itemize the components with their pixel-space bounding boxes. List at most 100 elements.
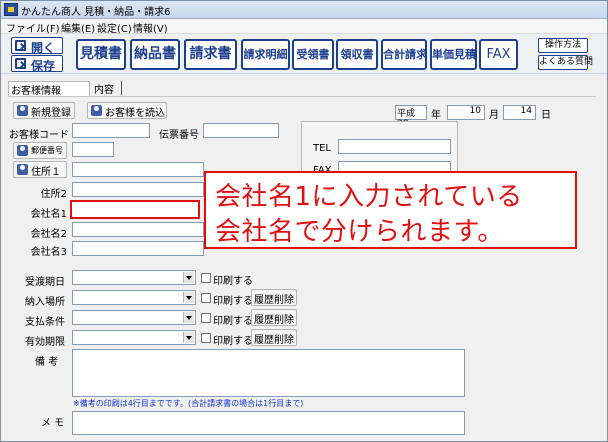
estimate-button[interactable]: 見積書 [76, 39, 126, 70]
company3-input[interactable] [72, 241, 204, 256]
memo-label: メ モ [41, 418, 65, 429]
tab-contents[interactable]: 内容 [92, 81, 120, 96]
new-customer-button[interactable]: 新規登録 [13, 102, 75, 119]
postal-icon [17, 145, 28, 156]
tab-customer-info[interactable]: お客様情報 [8, 81, 90, 97]
slip-number-input[interactable] [203, 123, 279, 138]
payment-terms-print-label: 印刷する [213, 316, 253, 327]
address1-button[interactable]: 住所１ [13, 161, 67, 178]
open-label: 開く [31, 41, 56, 55]
load-customer-label: お客様を読込 [105, 108, 165, 119]
customer-code-label: お客様コード [9, 130, 69, 141]
delivery-place-history-delete-button[interactable]: 履歴削除 [251, 289, 297, 306]
save-icon [15, 58, 26, 69]
remarks-note: ※備考の印刷は4行目までです。(合計請求書の場合は1行目まで) [73, 399, 304, 408]
valid-until-select[interactable] [72, 330, 196, 345]
delivery-date-print-checkbox[interactable] [201, 273, 211, 283]
save-button[interactable]: 保存 [11, 55, 63, 73]
save-label: 保存 [31, 59, 56, 73]
app-window: かんたん商人 見積・納品・請求6 ファイル(F) 編集(E) 設定(C) 情報(… [0, 0, 608, 442]
day-field[interactable]: 14 [503, 105, 536, 120]
new-customer-label: 新規登録 [31, 108, 71, 119]
month-label: 月 [489, 110, 499, 121]
valid-until-print-checkbox[interactable] [201, 333, 211, 343]
history-delete-label: 履歴削除 [254, 335, 294, 346]
valid-until-label: 有効期限 [25, 337, 65, 348]
chevron-down-icon[interactable] [183, 332, 194, 343]
payment-terms-label: 支払条件 [25, 317, 65, 328]
load-customer-button[interactable]: お客様を読込 [87, 102, 167, 119]
delivery-date-label: 受渡期日 [25, 277, 65, 288]
company2-input[interactable] [72, 222, 204, 237]
postal-code-input[interactable] [72, 142, 114, 157]
person-icon [17, 105, 28, 116]
tel-input[interactable] [338, 139, 451, 154]
annotation-callout: 会社名1に入力されている 会社名で分けられます。 [204, 171, 577, 249]
unit-price-estimate-button[interactable]: 単価見積 [430, 39, 477, 70]
postal-code-button[interactable]: 郵便番号 [13, 142, 67, 159]
total-invoice-button[interactable]: 合計請求 [381, 39, 427, 70]
slip-number-label: 伝票番号 [159, 130, 199, 141]
company2-label: 会社名2 [30, 229, 67, 240]
history-delete-label: 履歴削除 [254, 315, 294, 326]
valid-until-history-delete-button[interactable]: 履歴削除 [251, 329, 297, 346]
tab-divider [121, 81, 122, 95]
fax-button[interactable]: FAX [479, 39, 518, 70]
delivery-place-select[interactable] [72, 290, 196, 305]
month-value: 10 [469, 106, 481, 116]
address2-input[interactable] [72, 182, 204, 197]
delivery-place-label: 納入場所 [25, 297, 65, 308]
callout-line-2: 会社名で分けられます。 [215, 217, 504, 247]
memo-textarea[interactable] [72, 411, 465, 435]
title-bar: かんたん商人 見積・納品・請求6 [1, 1, 607, 19]
manual-button[interactable]: 操作方法 [538, 38, 588, 53]
postal-code-label: 郵便番号 [31, 146, 63, 155]
faq-button[interactable]: よくある質問 [538, 55, 593, 70]
history-delete-label: 履歴削除 [254, 295, 294, 306]
chevron-down-icon[interactable] [183, 312, 194, 323]
remarks-label: 備 考 [35, 357, 59, 368]
callout-line-1: 会社名1に入力されている [215, 182, 523, 212]
remarks-textarea[interactable] [72, 349, 465, 397]
menu-settings[interactable]: 設定(C) [97, 20, 132, 35]
delivery-note-button[interactable]: 納品書 [130, 39, 180, 70]
day-value: 14 [520, 106, 532, 116]
window-title: かんたん商人 見積・納品・請求6 [21, 7, 171, 18]
delivery-date-select[interactable] [72, 270, 196, 285]
day-label: 日 [541, 110, 551, 121]
open-button[interactable]: 開く [11, 37, 63, 55]
receipt-button[interactable]: 領収書 [336, 39, 378, 70]
payment-terms-history-delete-button[interactable]: 履歴削除 [251, 309, 297, 326]
company1-input[interactable] [70, 200, 200, 219]
chevron-down-icon[interactable] [183, 272, 194, 283]
open-icon [15, 40, 26, 51]
chevron-down-icon[interactable] [183, 292, 194, 303]
address2-label: 住所2 [40, 189, 67, 200]
toolbar: 開く 保存 見積書 納品書 請求書 請求明細 受領書 領収書 合計請求 単価見積… [1, 34, 607, 74]
delivery-place-print-label: 印刷する [213, 296, 253, 307]
tel-label: TEL [313, 143, 331, 154]
app-logo-icon [4, 3, 18, 16]
payment-terms-print-checkbox[interactable] [201, 313, 211, 323]
month-field[interactable]: 10 [447, 105, 485, 120]
address1-label: 住所１ [31, 167, 61, 178]
menu-bar: ファイル(F) 編集(E) 設定(C) 情報(V) [1, 19, 607, 35]
delivery-date-print-label: 印刷する [213, 276, 253, 287]
payment-terms-select[interactable] [72, 310, 196, 325]
menu-info[interactable]: 情報(V) [133, 20, 168, 35]
menu-file[interactable]: ファイル(F) [6, 20, 60, 35]
year-label: 年 [431, 110, 441, 121]
delivery-place-print-checkbox[interactable] [201, 293, 211, 303]
house-icon [17, 164, 28, 175]
invoice-button[interactable]: 請求書 [184, 39, 237, 70]
address1-input[interactable] [72, 162, 204, 177]
company1-label: 会社名1 [30, 209, 67, 220]
receipt-form-button[interactable]: 受領書 [292, 39, 334, 70]
era-field[interactable]: 平成28 [395, 105, 427, 129]
invoice-detail-button[interactable]: 請求明細 [241, 39, 290, 70]
company3-label: 会社名3 [30, 247, 67, 258]
valid-until-print-label: 印刷する [213, 336, 253, 347]
customer-code-input[interactable] [72, 123, 150, 138]
menu-edit[interactable]: 編集(E) [61, 20, 95, 35]
person-icon [91, 105, 102, 116]
